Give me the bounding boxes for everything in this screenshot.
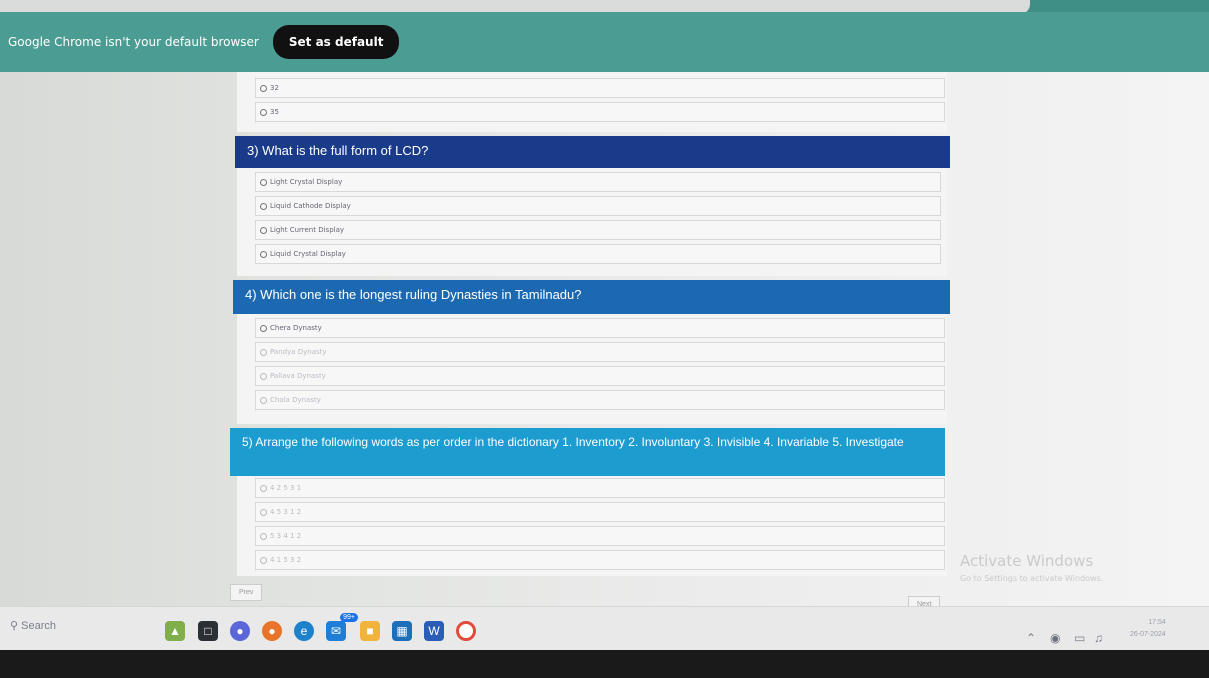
infobar-message: Google Chrome isn't your default browser [8,35,259,49]
search-placeholder: Search [21,620,56,632]
set-as-default-button[interactable]: Set as default [272,25,400,59]
option-label: Light Current Display [270,226,345,234]
radio-icon [260,202,267,210]
q3-option-4[interactable]: Liquid Crystal Display [255,244,941,264]
store-icon[interactable]: ▦ [392,621,412,641]
question-4-header: 4) Which one is the longest ruling Dynas… [233,280,950,314]
option-label: Liquid Cathode Display [270,202,351,210]
word-icon[interactable]: W [424,621,444,641]
option-label: Light Crystal Display [270,178,343,186]
search-icon: ⚲ [10,620,19,632]
question-5-card: 4 2 5 3 1 4 5 3 1 2 5 3 4 1 2 4 1 5 3 2 [237,476,947,576]
clock-time: 17:54 [1148,619,1166,626]
radio-icon [260,84,267,92]
taskbar-search[interactable]: ⚲ Search [10,619,56,632]
radio-icon [260,226,267,234]
q3-option-1[interactable]: Light Crystal Display [255,172,941,192]
chrome-icon[interactable] [456,621,476,641]
q4-option-3[interactable]: Pallava Dynasty [255,366,945,386]
option-label: Pallava Dynasty [270,372,326,380]
q5-option-4[interactable]: 4 1 5 3 2 [255,550,945,570]
battery-icon[interactable]: ▭ [1074,631,1085,645]
clock[interactable]: 17:54 26-07-2024 [1130,617,1166,641]
q5-option-3[interactable]: 5 3 4 1 2 [255,526,945,546]
question-5-title: 5) Arrange the following words as per or… [242,435,904,449]
radio-icon [260,324,267,332]
volume-icon[interactable]: ♫ [1094,631,1103,645]
chevron-up-icon[interactable]: ⌃ [1026,631,1036,645]
browser-top-strip [0,0,1209,14]
radio-icon [260,508,267,516]
q3-option-2[interactable]: Liquid Cathode Display [255,196,941,216]
question-5-header: 5) Arrange the following words as per or… [230,428,945,476]
chat-icon[interactable]: ● [230,621,250,641]
radio-icon [260,532,267,540]
option-label: Pandya Dynasty [270,348,327,356]
q5-option-2[interactable]: 4 5 3 1 2 [255,502,945,522]
radio-icon [260,348,267,356]
prev-button[interactable]: Prev [230,584,263,601]
q2-option-4[interactable]: 35 [255,102,945,122]
question-2-card: 32 35 [237,72,947,132]
option-label: Chola Dynasty [270,396,321,404]
mail-icon[interactable]: ✉ 99+ [326,613,358,641]
quiz-page: 32 35 3) What is the full form of LCD? L… [0,72,1209,629]
default-browser-infobar: Google Chrome isn't your default browser… [0,12,1209,72]
question-3-header: 3) What is the full form of LCD? [235,136,950,168]
q4-option-1[interactable]: Chera Dynasty [255,318,945,338]
option-label: 4 5 3 1 2 [270,508,302,516]
q3-option-3[interactable]: Light Current Display [255,220,941,240]
option-label: 4 1 5 3 2 [270,556,302,564]
radio-icon [260,250,267,258]
question-4-card: Chera Dynasty Pandya Dynasty Pallava Dyn… [237,314,947,424]
network-icon[interactable]: ◉ [1050,631,1060,645]
edge-icon[interactable]: e [294,621,314,641]
question-3-card: Light Crystal Display Liquid Cathode Dis… [237,168,947,276]
task-view-icon[interactable]: □ [198,621,218,641]
mail-badge: 99+ [340,613,358,622]
radio-icon [260,108,267,116]
radio-icon [260,396,267,404]
radio-icon [260,484,267,492]
q2-option-3[interactable]: 32 [255,78,945,98]
option-label: Liquid Crystal Display [270,250,346,258]
question-3-title: 3) What is the full form of LCD? [247,143,429,158]
activate-windows-subtitle: Go to Settings to activate Windows. [960,574,1104,583]
widgets-icon[interactable]: ▲ [165,621,185,641]
activate-windows-title: Activate Windows [960,552,1094,570]
question-4-title: 4) Which one is the longest ruling Dynas… [245,287,582,302]
q5-option-1[interactable]: 4 2 5 3 1 [255,478,945,498]
clock-date: 26-07-2024 [1130,631,1166,638]
windows-taskbar: ⚲ Search ▲ □ ● ● e ✉ 99+ ■ ▦ W ⌃ ◉ ▭ ♫ 1… [0,606,1209,650]
option-label: 4 2 5 3 1 [270,484,302,492]
radio-icon [260,178,267,186]
file-explorer-icon[interactable]: ■ [360,621,380,641]
option-label: Chera Dynasty [270,324,322,332]
option-label: 35 [270,108,279,116]
q4-option-2[interactable]: Pandya Dynasty [255,342,945,362]
browser-icon[interactable]: ● [262,621,282,641]
radio-icon [260,372,267,380]
option-label: 32 [270,84,279,92]
monitor-bezel [0,650,1209,678]
option-label: 5 3 4 1 2 [270,532,302,540]
radio-icon [260,556,267,564]
q4-option-4[interactable]: Chola Dynasty [255,390,945,410]
